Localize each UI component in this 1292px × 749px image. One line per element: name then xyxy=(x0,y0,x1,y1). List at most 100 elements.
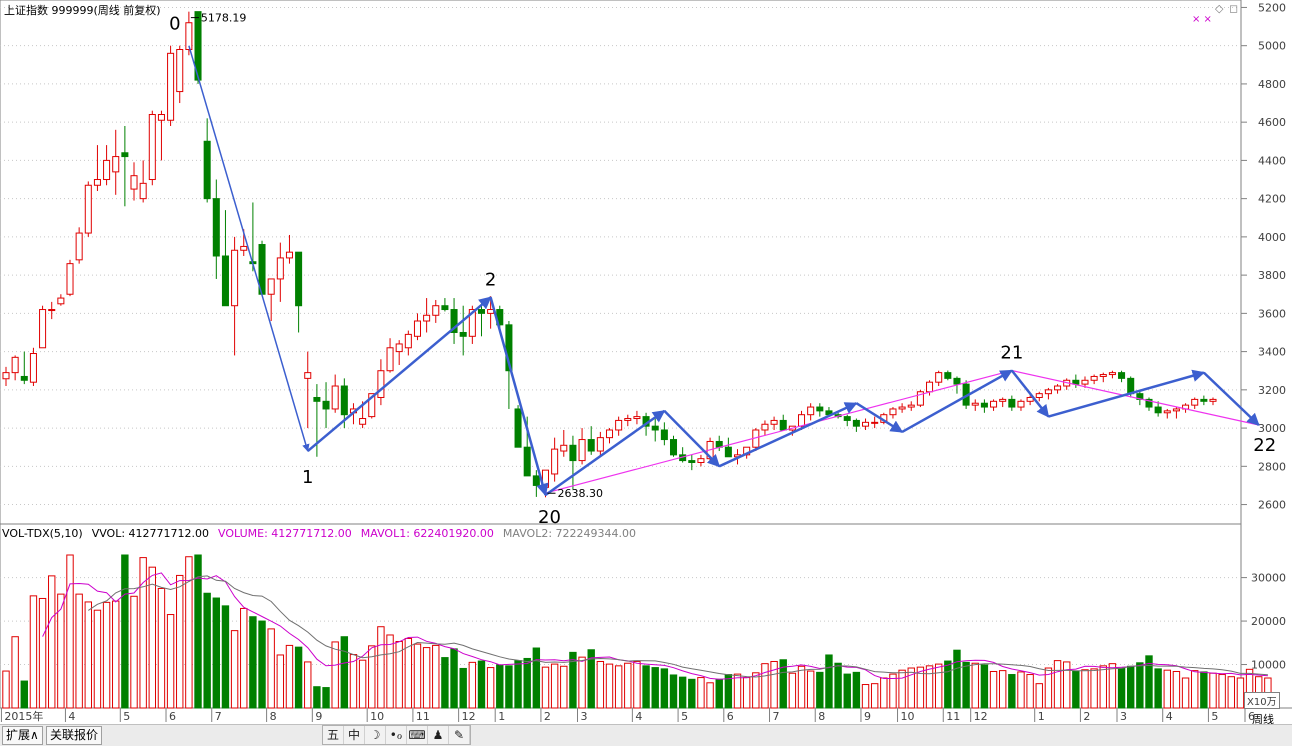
wave-label: 0 xyxy=(169,14,180,35)
volume-bar xyxy=(560,665,568,709)
volume-bar xyxy=(651,667,659,709)
candle xyxy=(871,416,879,429)
candle-body xyxy=(1054,385,1062,391)
person-icon[interactable]: ♟ xyxy=(428,726,449,744)
volume-bar xyxy=(688,678,696,709)
candle-body xyxy=(944,372,952,379)
volume-bar xyxy=(459,667,467,709)
candle xyxy=(1163,408,1171,419)
wrench-icon[interactable]: ✎ xyxy=(449,726,470,744)
candle-body xyxy=(20,375,28,381)
volume-bar xyxy=(413,643,422,709)
candle xyxy=(304,351,312,429)
volume-bar xyxy=(934,663,943,709)
price-annotation: 5178.19 xyxy=(201,12,247,25)
mavol1-value: MAVOL1: 622401920.00 xyxy=(360,527,494,540)
candle xyxy=(276,242,284,302)
zhong-icon[interactable]: 中 xyxy=(344,726,365,744)
volume-indicator-name: VOL-TDX(5,10) xyxy=(2,527,83,540)
time-tick-label: 6 xyxy=(169,710,176,723)
five-icon[interactable]: 五 xyxy=(323,726,344,744)
price-tick-label: 4400 xyxy=(1258,154,1286,167)
candle-body xyxy=(651,425,659,431)
volume-bar xyxy=(697,677,705,709)
candle xyxy=(139,160,147,203)
time-tick-label: 5 xyxy=(123,710,130,723)
time-tick-label: 2 xyxy=(544,710,551,723)
volume-bar xyxy=(733,673,742,709)
candle xyxy=(441,298,449,312)
candle-body xyxy=(185,22,193,51)
candle xyxy=(907,401,915,411)
candle-body xyxy=(532,475,540,486)
volume-tick-label: 20000 xyxy=(1251,615,1286,628)
candle xyxy=(84,181,92,237)
chart-window: 2600 2800 3000 3200 3400 3600 3800 4000 4200 4400… xyxy=(0,0,1292,746)
candle xyxy=(587,426,595,455)
volume-bar xyxy=(1117,667,1126,709)
volume-bar xyxy=(816,671,824,709)
volume-bar xyxy=(1172,670,1181,709)
diamond-icon[interactable]: ◇ xyxy=(1215,2,1223,15)
volume-bar xyxy=(1062,661,1071,709)
candle-body xyxy=(423,314,431,322)
volume-bar xyxy=(468,661,477,709)
volume-bar xyxy=(349,654,358,709)
candle-body xyxy=(1017,400,1025,408)
volume-bar xyxy=(1218,674,1226,709)
candle xyxy=(816,403,824,417)
volume-bar xyxy=(38,597,47,709)
candle-body xyxy=(167,52,175,121)
candle-body xyxy=(48,309,56,312)
candle-body xyxy=(980,402,988,408)
dots-icon[interactable]: •ℴ xyxy=(386,726,407,744)
candle xyxy=(1200,395,1208,406)
vvol-value: VVOL: 412771712.00 xyxy=(91,527,210,540)
candle-body xyxy=(770,419,778,425)
volume-bar xyxy=(1008,674,1016,709)
candle xyxy=(843,414,851,427)
wave-arrow xyxy=(306,296,492,452)
trend-line xyxy=(545,369,1012,494)
volume-bar xyxy=(441,657,449,709)
volume-bar xyxy=(971,662,979,709)
candle-body xyxy=(212,198,220,257)
candle xyxy=(679,447,687,463)
keyboard-icon[interactable]: ⌨ xyxy=(407,726,428,744)
candle xyxy=(212,179,220,279)
volume-bar xyxy=(669,674,678,709)
volume-bar xyxy=(1136,662,1144,709)
chart-svg: 2600280030003200340036003800400042004400… xyxy=(0,0,1292,723)
candle xyxy=(413,313,421,341)
time-tick-label: 1 xyxy=(498,710,505,723)
volume-bar xyxy=(998,670,1007,709)
tab-related-quotes[interactable]: 关联报价 xyxy=(46,726,103,745)
wave-label: 1 xyxy=(302,467,313,488)
candle xyxy=(249,202,257,272)
volume-bar xyxy=(496,664,504,709)
candle xyxy=(971,399,979,411)
wave-label: 22 xyxy=(1253,435,1276,456)
volume-bar xyxy=(1227,676,1235,709)
tab-expand[interactable]: 扩展∧ xyxy=(2,726,43,745)
bottom-bar: 扩展∧ 关联报价 xyxy=(0,724,1292,746)
candle-body xyxy=(313,396,321,402)
time-tick-label: 11 xyxy=(416,710,430,723)
candle xyxy=(450,298,458,344)
restore-icon[interactable]: ◻ xyxy=(1229,2,1238,15)
volume-bar xyxy=(221,605,230,709)
moon-icon[interactable]: ☽ xyxy=(365,726,386,744)
candle xyxy=(432,299,440,323)
candle-body xyxy=(359,418,367,425)
candle xyxy=(569,435,577,490)
volume-bar xyxy=(276,654,285,709)
volume-bar xyxy=(861,684,870,709)
volume-bar xyxy=(84,601,92,709)
candle-body xyxy=(322,400,330,410)
candle-body xyxy=(724,446,732,458)
volume-bar xyxy=(550,663,559,709)
candle-body xyxy=(669,439,678,456)
volume-bar xyxy=(322,687,330,709)
candle-body xyxy=(852,419,860,427)
marker-icons: × × xyxy=(1192,14,1212,25)
